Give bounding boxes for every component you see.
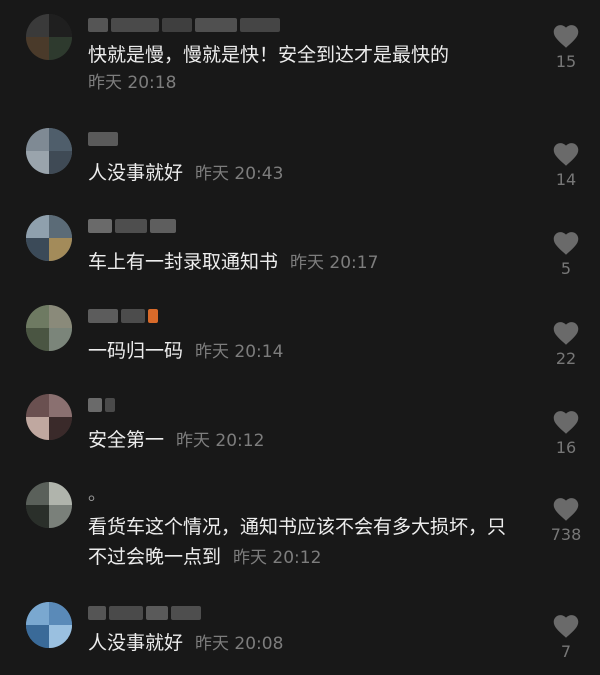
comment-text: 车上有一封录取通知书 (88, 251, 279, 273)
like-count: 22 (555, 349, 577, 368)
comment-text: 安全第一 (88, 429, 165, 451)
like-count: 738 (550, 525, 582, 544)
like-count: 15 (555, 52, 577, 71)
like-button[interactable]: 15 (546, 22, 586, 71)
heart-icon (553, 411, 579, 434)
heart-icon (553, 143, 579, 166)
like-button[interactable]: 22 (546, 319, 586, 368)
comment-text: 人没事就好 (88, 632, 184, 654)
comment-time: 昨天 20:12 (233, 548, 322, 568)
username[interactable] (88, 128, 118, 150)
comment-time: 昨天 20:14 (195, 342, 284, 362)
username-text: 。 (88, 484, 106, 505)
comment-list: 快就是慢，慢就是快！安全到达才是最快的 昨天 20:18 15 人没事就好 昨天 … (0, 0, 600, 675)
heart-icon (553, 25, 579, 48)
like-button[interactable]: 7 (546, 612, 586, 661)
username[interactable]: 。 (88, 482, 106, 505)
comment-text: 一码归一码 (88, 340, 184, 362)
comment-time: 昨天 20:43 (195, 164, 284, 184)
username[interactable] (88, 215, 176, 237)
comment-text: 人没事就好 (88, 162, 184, 184)
heart-icon (553, 322, 579, 345)
username[interactable] (88, 305, 158, 327)
comment-time: 昨天 20:12 (176, 431, 265, 451)
username[interactable] (88, 14, 280, 36)
heart-icon (553, 232, 579, 255)
like-button[interactable]: 738 (546, 495, 586, 544)
like-button[interactable]: 16 (546, 408, 586, 457)
avatar[interactable] (26, 482, 72, 528)
like-count: 16 (555, 438, 577, 457)
like-count: 14 (555, 170, 577, 189)
username[interactable] (88, 394, 115, 416)
comment-time: 昨天 20:08 (195, 634, 284, 654)
comment-text: 快就是慢，慢就是快！安全到达才是最快的 (88, 44, 450, 66)
username[interactable] (88, 602, 201, 624)
avatar[interactable] (26, 14, 72, 60)
heart-icon (553, 498, 579, 521)
avatar[interactable] (26, 305, 72, 351)
avatar[interactable] (26, 128, 72, 174)
heart-icon (553, 615, 579, 638)
comment-time: 昨天 20:17 (290, 253, 379, 273)
avatar[interactable] (26, 215, 72, 261)
like-count: 5 (560, 259, 572, 278)
avatar[interactable] (26, 602, 72, 648)
like-button[interactable]: 14 (546, 140, 586, 189)
comment-time: 昨天 20:18 (88, 73, 177, 93)
like-button[interactable]: 5 (546, 229, 586, 278)
avatar[interactable] (26, 394, 72, 440)
like-count: 7 (560, 642, 572, 661)
